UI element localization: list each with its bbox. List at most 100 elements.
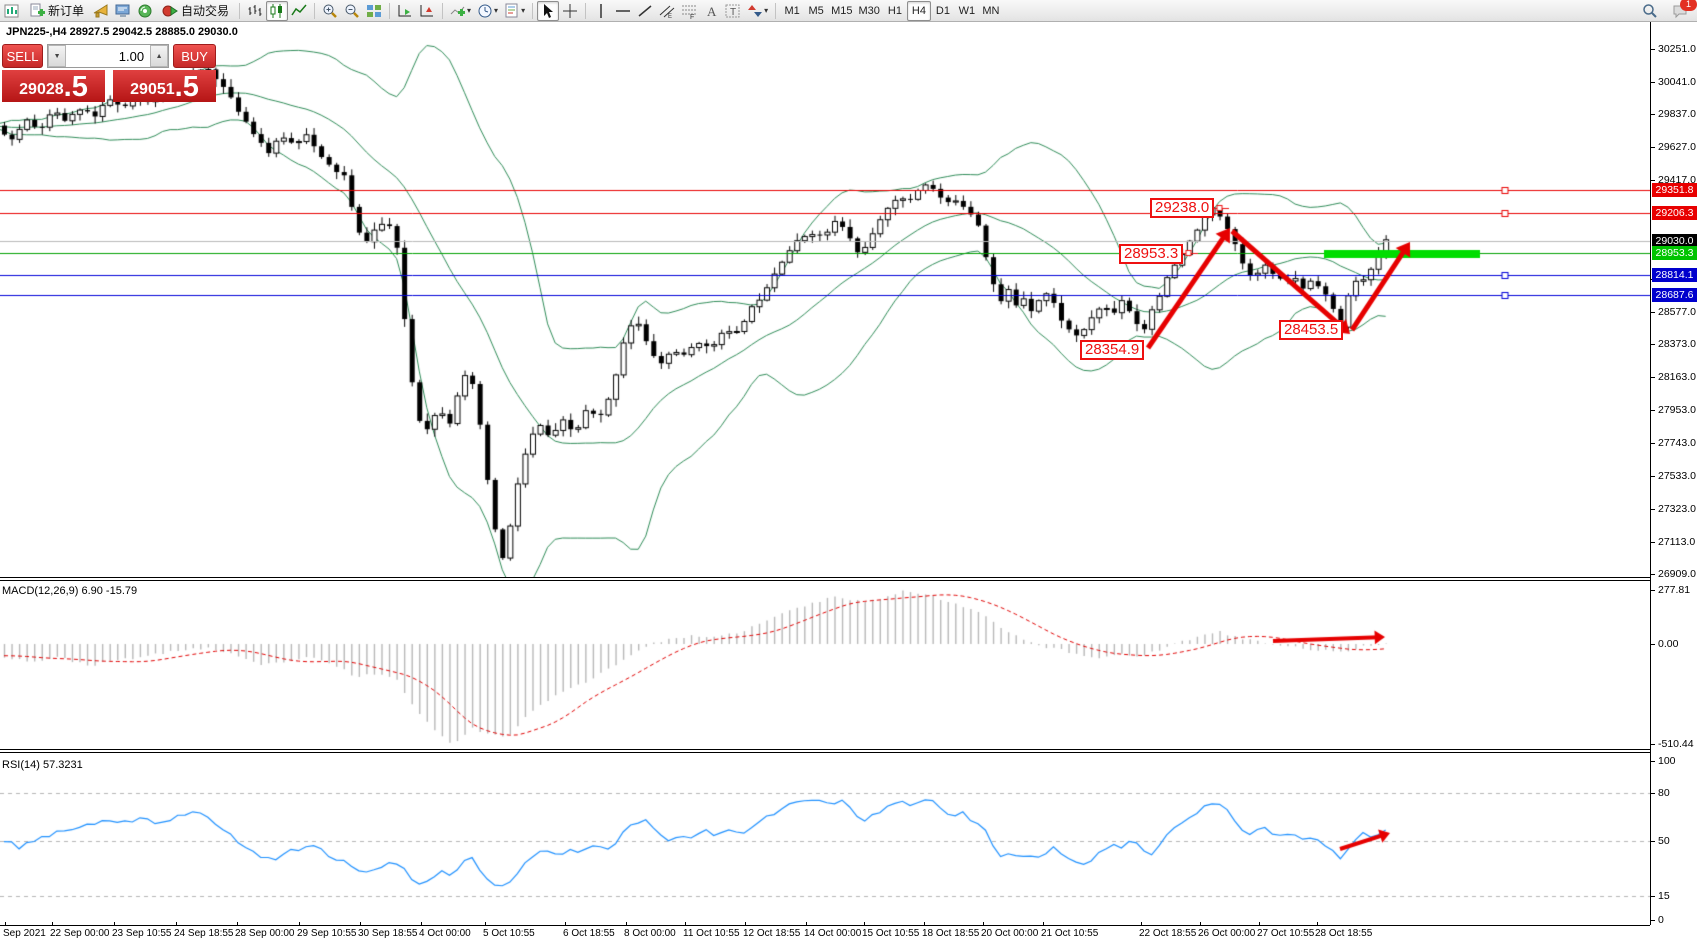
- axis-tick-label: 30041.0: [1658, 76, 1696, 88]
- separator: [442, 3, 443, 19]
- sell-price-dec: .5: [64, 74, 88, 101]
- axis-tick-label: 29837.0: [1658, 108, 1696, 120]
- time-tick: [237, 922, 238, 925]
- horizontal-line-button[interactable]: [612, 1, 634, 21]
- megaphone-icon: [93, 3, 109, 19]
- time-tick-label: 28 Oct 18:55: [1315, 928, 1372, 939]
- sell-button[interactable]: SELL: [2, 44, 43, 68]
- axis-tick-label: 27743.0: [1658, 437, 1696, 449]
- axis-tick: [1651, 49, 1655, 50]
- vertical-line-button[interactable]: [590, 1, 612, 21]
- axis-tick: [1651, 761, 1655, 762]
- terminal-button[interactable]: [112, 1, 134, 21]
- time-tick: [5, 922, 6, 925]
- main-chart-canvas[interactable]: [0, 22, 1650, 577]
- auto-scroll-button[interactable]: [394, 1, 416, 21]
- macd-pane-canvas[interactable]: [0, 581, 1650, 749]
- time-tick-label: 30 Sep 18:55: [358, 928, 418, 939]
- axis-tick: [1651, 476, 1655, 477]
- sell-price-display[interactable]: 29028.5: [2, 70, 105, 102]
- new-order-button[interactable]: 新订单: [23, 1, 90, 21]
- price-annotation[interactable]: 29238.0: [1150, 198, 1214, 218]
- notification-badge: 1: [1680, 0, 1697, 11]
- axis-tick-label: -510.44: [1658, 738, 1694, 750]
- notifications-button[interactable]: 1: [1669, 1, 1691, 21]
- fibonacci-button[interactable]: F: [678, 1, 700, 21]
- price-level-badge: 28687.6: [1652, 288, 1697, 302]
- mt4-window: 新订单 自动交易: [0, 0, 1697, 940]
- timeframe-m15[interactable]: M15: [828, 1, 855, 21]
- volume-value[interactable]: 1.00: [66, 45, 150, 67]
- auto-trading-button[interactable]: 自动交易: [156, 1, 235, 21]
- line-chart-icon: [291, 3, 307, 19]
- timeframe-d1[interactable]: D1: [931, 1, 955, 21]
- timeframe-h1[interactable]: H1: [883, 1, 907, 21]
- time-tick: [1141, 922, 1142, 925]
- search-button[interactable]: [1639, 1, 1661, 21]
- price-level-badge: 28814.1: [1652, 268, 1697, 282]
- price-annotation[interactable]: 28354.9: [1080, 340, 1144, 360]
- time-tick: [924, 922, 925, 925]
- price-annotation[interactable]: 28953.3: [1119, 244, 1183, 264]
- text-label-button[interactable]: T: [722, 1, 744, 21]
- svg-text:A: A: [707, 4, 717, 19]
- timeframe-m5[interactable]: M5: [804, 1, 828, 21]
- trendline-button[interactable]: [634, 1, 656, 21]
- window-icon[interactable]: [1, 1, 23, 21]
- periods-button[interactable]: ▾: [474, 1, 501, 21]
- time-tick: [864, 922, 865, 925]
- cursor-button[interactable]: [537, 1, 559, 21]
- arrows-button[interactable]: ▾: [744, 1, 771, 21]
- timeframe-m1[interactable]: M1: [780, 1, 804, 21]
- bar-chart-button[interactable]: [244, 1, 266, 21]
- axis-tick: [1651, 920, 1655, 921]
- time-tick-label: 5 Oct 10:55: [483, 928, 535, 939]
- line-chart-button[interactable]: [288, 1, 310, 21]
- text-button[interactable]: A: [700, 1, 722, 21]
- zoom-in-button[interactable]: [319, 1, 341, 21]
- candlestick-chart-icon: [269, 3, 285, 19]
- pane-separator[interactable]: [0, 749, 1650, 753]
- time-tick-label: 23 Sep 10:55: [112, 928, 172, 939]
- pane-separator[interactable]: [0, 577, 1650, 581]
- axis-tick-label: 100: [1658, 755, 1676, 767]
- timeframe-w1[interactable]: W1: [955, 1, 979, 21]
- price-annotation[interactable]: 28453.5: [1279, 320, 1343, 340]
- time-tick: [299, 922, 300, 925]
- chart-shift-button[interactable]: [416, 1, 438, 21]
- strategy-tester-button[interactable]: [134, 1, 156, 21]
- zoom-out-button[interactable]: [341, 1, 363, 21]
- volume-down-button[interactable]: ▼: [48, 45, 66, 67]
- timeframe-m30[interactable]: M30: [856, 1, 883, 21]
- candlestick-chart-button[interactable]: [266, 1, 288, 21]
- crosshair-button[interactable]: [559, 1, 581, 21]
- timeframe-h4[interactable]: H4: [907, 1, 931, 21]
- axis-tick: [1651, 896, 1655, 897]
- chevron-down-icon: ▾: [764, 6, 768, 15]
- axis-tick-label: 0.00: [1658, 638, 1678, 650]
- time-tick-label: 12 Oct 18:55: [743, 928, 800, 939]
- buy-button[interactable]: BUY: [173, 44, 216, 68]
- zoom-in-icon: [322, 3, 338, 19]
- separator: [532, 3, 533, 19]
- svg-text:T: T: [730, 7, 736, 18]
- volume-up-button[interactable]: ▲: [150, 45, 168, 67]
- price-axis[interactable]: 30251.030041.029837.029627.029417.028787…: [1650, 22, 1697, 925]
- templates-button[interactable]: ▾: [501, 1, 528, 21]
- svg-text:E: E: [668, 14, 672, 19]
- market-watch-button[interactable]: [90, 1, 112, 21]
- tile-windows-button[interactable]: [363, 1, 385, 21]
- time-tick: [176, 922, 177, 925]
- axis-tick: [1651, 574, 1655, 575]
- axis-tick: [1651, 542, 1655, 543]
- axis-tick-label: 26909.0: [1658, 568, 1696, 580]
- rsi-pane-canvas[interactable]: [0, 754, 1650, 925]
- buy-price-display[interactable]: 29051.5: [113, 70, 216, 102]
- svg-text:F: F: [690, 14, 694, 19]
- indicators-button[interactable]: ▾: [447, 1, 474, 21]
- channel-button[interactable]: E: [656, 1, 678, 21]
- separator: [239, 3, 240, 19]
- macd-indicator-label: MACD(12,26,9) 6.90 -15.79: [2, 585, 137, 597]
- time-tick: [52, 922, 53, 925]
- timeframe-mn[interactable]: MN: [979, 1, 1003, 21]
